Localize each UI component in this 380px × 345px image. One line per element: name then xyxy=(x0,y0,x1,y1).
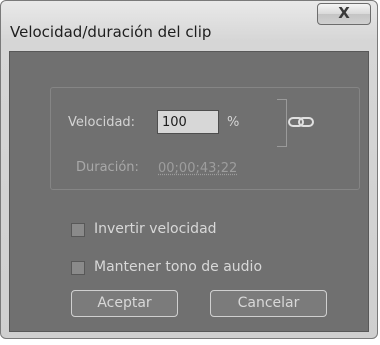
dialog-body: Velocidad: % Duración: 00;00;43;22 Inver… xyxy=(9,51,369,332)
reverse-speed-checkbox[interactable] xyxy=(71,223,85,237)
maintain-audio-pitch-checkbox[interactable] xyxy=(71,261,85,275)
maintain-audio-pitch-label: Mantener tono de audio xyxy=(94,259,263,275)
cancel-button[interactable]: Cancelar xyxy=(210,290,327,317)
speed-unit: % xyxy=(227,115,240,130)
close-icon: X xyxy=(338,4,350,22)
link-bracket xyxy=(277,99,287,147)
duration-label: Duración: xyxy=(76,160,139,175)
close-button[interactable]: X xyxy=(317,3,371,25)
reverse-speed-label: Invertir velocidad xyxy=(94,221,217,237)
dialog-title: Velocidad/duración del clip xyxy=(10,23,212,41)
duration-value[interactable]: 00;00;43;22 xyxy=(158,161,237,176)
dialog-window: Velocidad/duración del clip X Velocidad:… xyxy=(0,0,378,339)
speed-input[interactable] xyxy=(157,110,219,134)
speed-label: Velocidad: xyxy=(68,115,136,130)
ok-button[interactable]: Aceptar xyxy=(71,290,178,317)
chain-link-icon[interactable] xyxy=(288,115,314,129)
